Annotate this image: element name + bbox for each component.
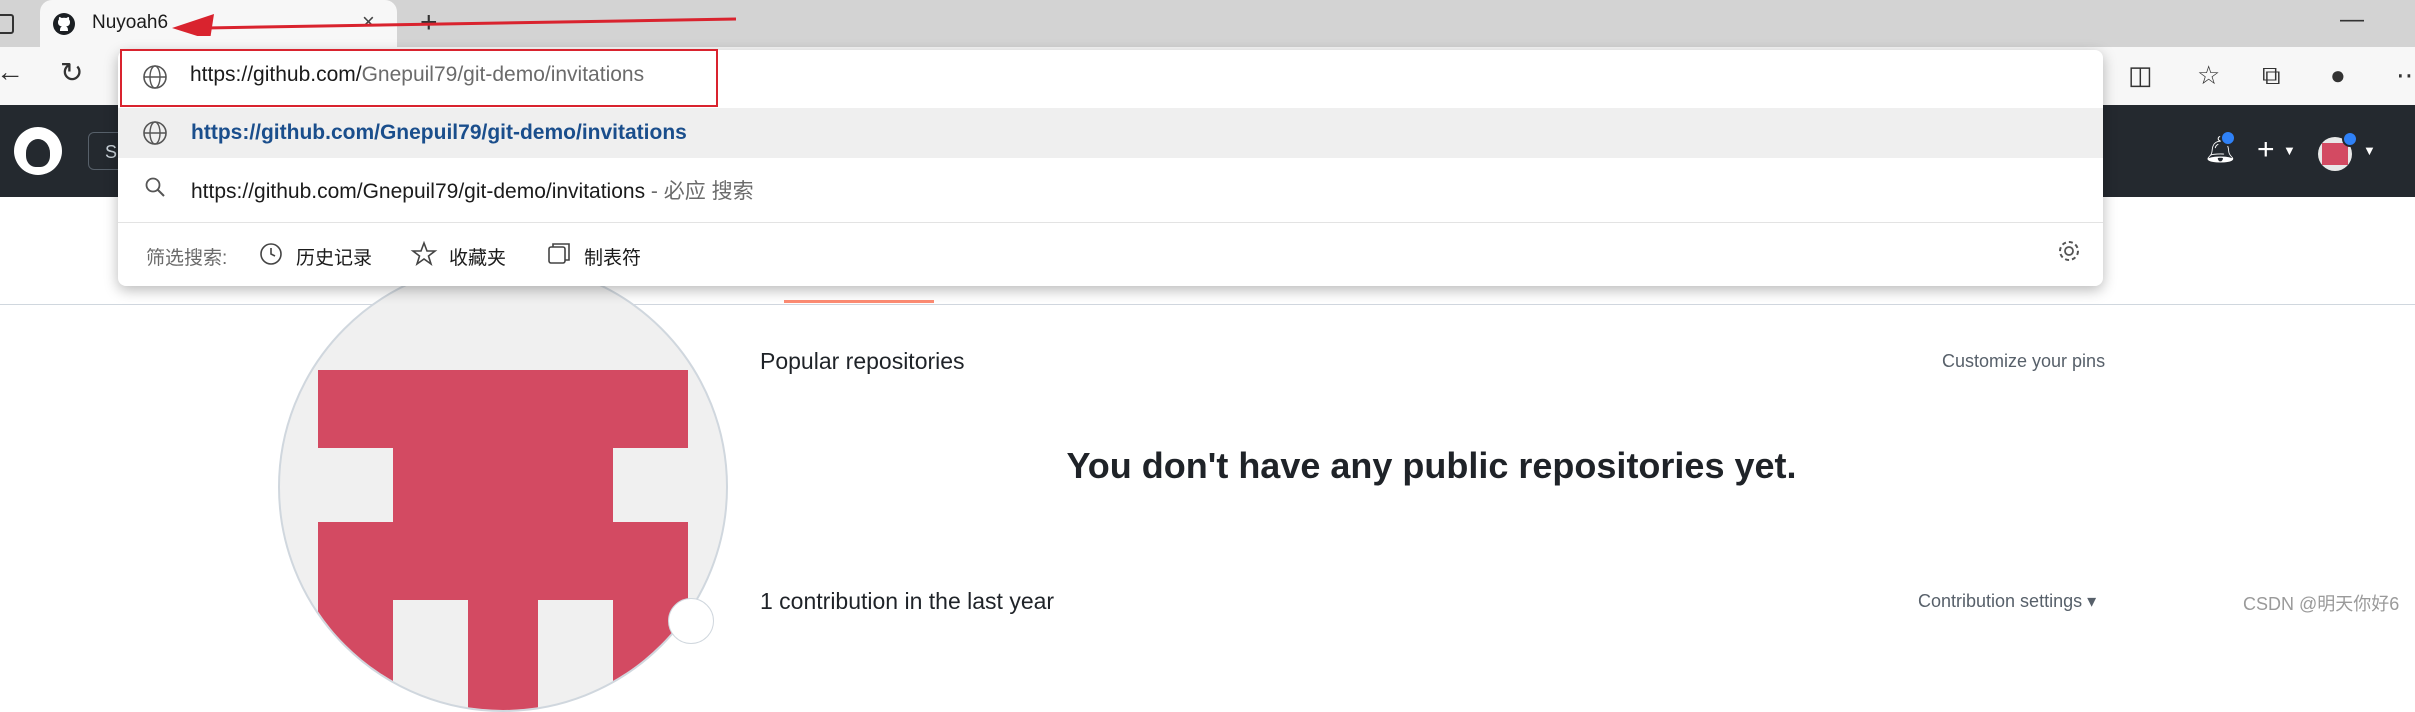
contribution-settings-dropdown[interactable]: Contribution settings ▾ xyxy=(1918,591,2096,612)
empty-repositories-message: You don't have any public repositories y… xyxy=(1066,445,1797,486)
favorites-icon[interactable]: ☆ xyxy=(2197,60,2220,91)
filter-history[interactable]: 历史记录 xyxy=(296,243,372,270)
avatar-identicon xyxy=(2322,143,2348,165)
refresh-icon[interactable]: ↻ xyxy=(60,56,83,89)
collections-icon[interactable]: ⧉ xyxy=(2262,60,2281,92)
search-icon xyxy=(145,177,165,197)
annotation-arrow xyxy=(172,14,737,36)
star-icon[interactable] xyxy=(410,240,438,268)
chevron-down-icon[interactable]: ▼ xyxy=(2283,143,2296,158)
url-path: Gnepuil79/git-demo/invitations xyxy=(361,63,645,86)
nav-divider xyxy=(0,304,2415,305)
popular-repositories-heading: Popular repositories xyxy=(760,348,965,374)
suggestion-search-row[interactable]: https://github.com/Gnepuil79/git-demo/in… xyxy=(191,175,754,205)
set-status-button[interactable] xyxy=(668,598,714,644)
suggestion-search-engine: - 必应 搜索 xyxy=(645,180,754,203)
gear-icon[interactable] xyxy=(2056,238,2082,264)
profile-tab-underline xyxy=(784,300,934,303)
split-screen-icon[interactable]: ◫ xyxy=(2128,60,2153,91)
identicon-block xyxy=(393,448,613,522)
identicon-block xyxy=(468,600,538,710)
filter-search-label: 筛选搜索: xyxy=(146,248,228,269)
globe-icon xyxy=(143,65,167,89)
github-favicon-icon xyxy=(53,13,75,35)
history-icon[interactable] xyxy=(258,241,284,267)
profile-icon[interactable]: ● xyxy=(2330,60,2346,91)
tab-actions-icon[interactable] xyxy=(0,14,14,34)
back-icon[interactable]: ← xyxy=(0,56,24,88)
tabs-icon[interactable] xyxy=(546,241,572,267)
contributions-heading: 1 contribution in the last year xyxy=(760,588,1055,614)
notification-dot xyxy=(2220,130,2236,146)
minimize-icon[interactable]: — xyxy=(2340,6,2364,34)
tab-title: Nuyoah6 xyxy=(92,12,169,33)
dropdown-divider xyxy=(118,222,2103,223)
globe-icon xyxy=(143,121,167,145)
create-new-icon[interactable]: + xyxy=(2257,133,2275,167)
suggestion-search-text: https://github.com/Gnepuil79/git-demo/in… xyxy=(191,180,646,203)
address-bar-url: https://github.com/Gnepuil79/git-demo/in… xyxy=(190,63,644,87)
status-dot xyxy=(2342,131,2358,147)
filter-favorites[interactable]: 收藏夹 xyxy=(449,243,506,270)
github-logo-mark xyxy=(26,139,50,167)
profile-avatar[interactable] xyxy=(278,262,728,712)
more-icon[interactable]: ⋯ xyxy=(2396,60,2415,91)
identicon-block xyxy=(318,370,688,448)
customize-pins-link[interactable]: Customize your pins xyxy=(1942,351,2105,372)
suggestion-url-text[interactable]: https://github.com/Gnepuil79/git-demo/in… xyxy=(191,121,687,145)
watermark: CSDN @明天你好6 xyxy=(2243,594,2400,614)
chevron-down-icon[interactable]: ▼ xyxy=(2363,143,2376,158)
url-host: https://github.com/ xyxy=(190,63,362,86)
identicon-block xyxy=(318,522,688,600)
identicon-block xyxy=(318,600,393,710)
filter-tabs[interactable]: 制表符 xyxy=(584,243,641,270)
